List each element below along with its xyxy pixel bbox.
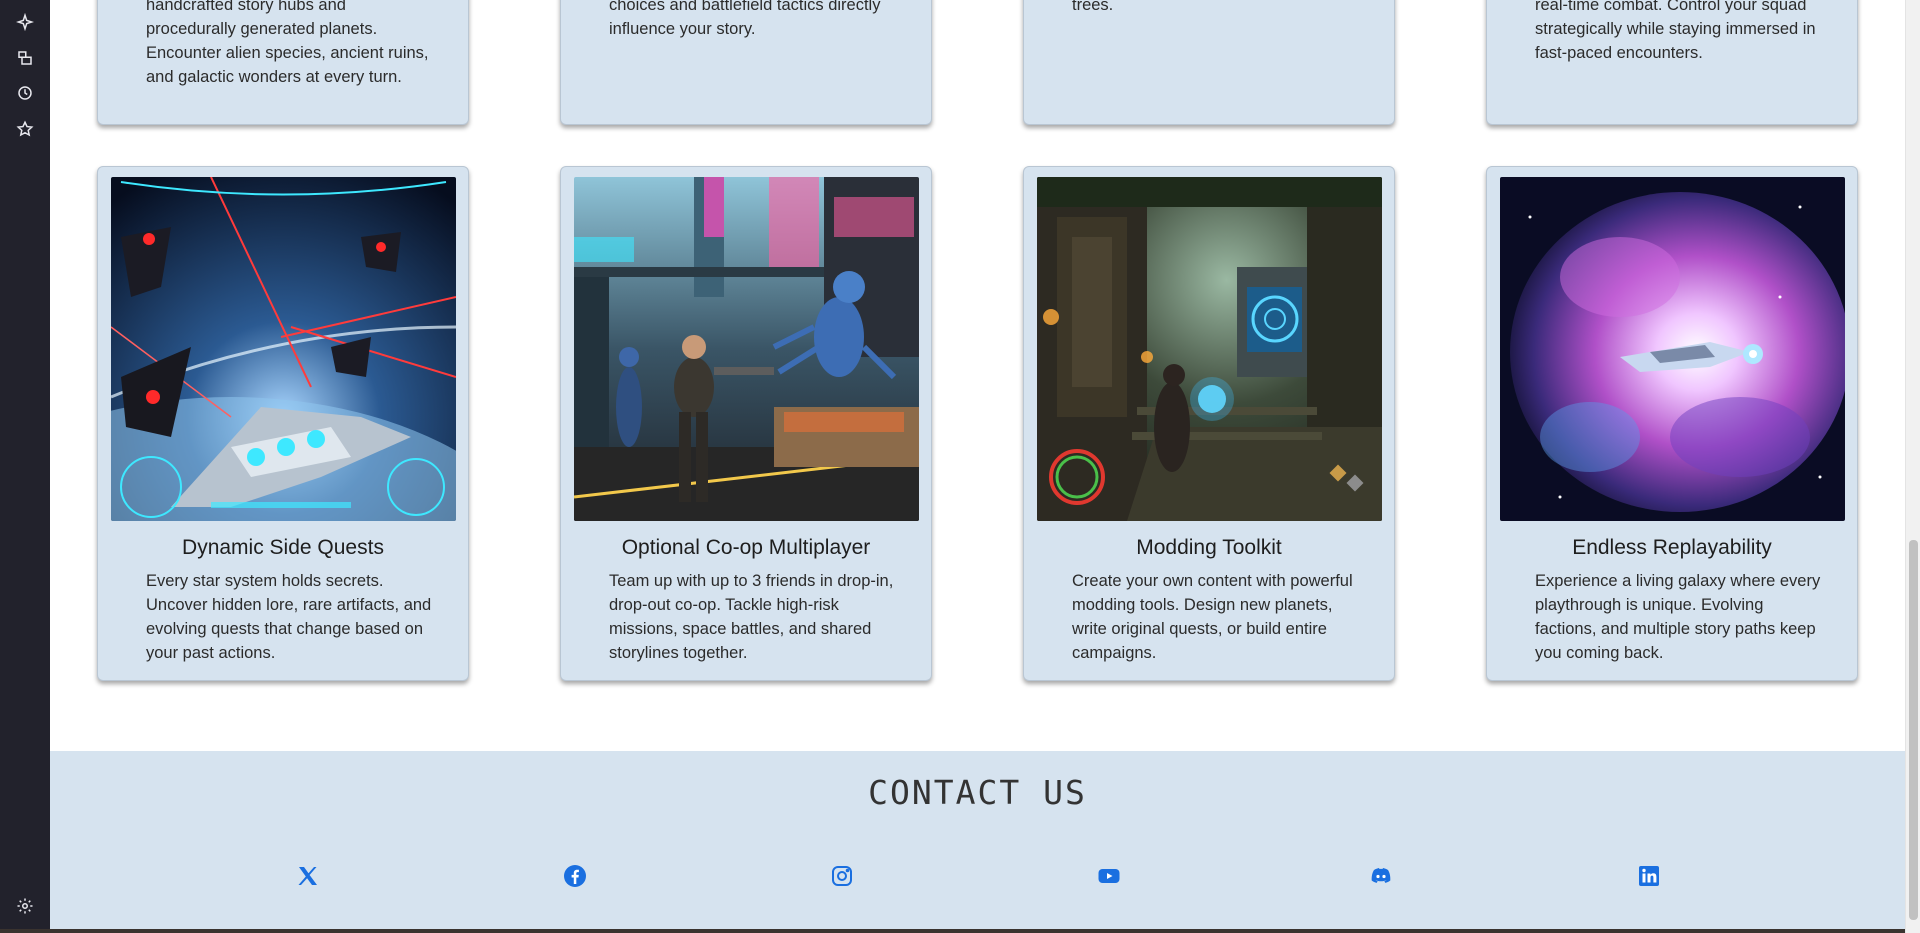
feature-description: Every star system holds secrets. Uncover… (146, 572, 432, 662)
feature-description: Create your own content with powerful mo… (1072, 572, 1353, 662)
space-battle-image (111, 177, 456, 521)
instagram-icon[interactable] (829, 863, 855, 889)
discord-icon[interactable] (1368, 863, 1394, 889)
alien-market-image (574, 177, 919, 521)
feature-title: Modding Toolkit (1136, 536, 1282, 559)
page-scrollbar[interactable] (1905, 0, 1920, 933)
feature-description: Experience a living galaxy where every p… (1535, 572, 1821, 662)
facebook-icon[interactable] (562, 863, 588, 889)
x-icon[interactable] (295, 863, 321, 889)
feature-card: real-time combat. Control your squad str… (1486, 0, 1858, 125)
nebula-ship-image (1500, 177, 1845, 521)
sparkle-icon[interactable] (13, 10, 37, 34)
feature-description: real-time combat. Control your squad str… (1535, 0, 1816, 62)
feature-card: trees. (1023, 0, 1395, 125)
feature-card-replayability: Endless Replayability Experience a livin… (1486, 166, 1858, 681)
feature-title: Optional Co-op Multiplayer (621, 536, 871, 559)
feature-title: Dynamic Side Quests (182, 536, 384, 559)
feature-card: choices and battlefield tactics directly… (560, 0, 932, 125)
feature-description: Team up with up to 3 friends in drop-in,… (609, 572, 894, 662)
feature-description: trees. (1072, 0, 1114, 14)
youtube-icon[interactable] (1096, 863, 1122, 889)
taskbar-edge (0, 929, 1905, 933)
contact-title: CONTACT US (868, 773, 1087, 812)
side-rail (0, 0, 50, 933)
layers-icon[interactable] (13, 46, 37, 70)
feature-description: handcrafted story hubs and procedurally … (146, 0, 429, 86)
linkedin-icon[interactable] (1636, 863, 1662, 889)
feature-description: choices and battlefield tactics directly… (609, 0, 881, 38)
main-content: handcrafted story hubs and procedurally … (50, 0, 1905, 929)
history-icon[interactable] (13, 81, 37, 105)
feature-title: Endless Replayability (1572, 536, 1772, 559)
scrollbar-thumb[interactable] (1909, 540, 1918, 920)
ancient-ruins-image (1037, 177, 1382, 521)
feature-card-modding: Modding Toolkit Create your own content … (1023, 166, 1395, 681)
feature-card: handcrafted story hubs and procedurally … (97, 0, 469, 125)
feature-card-coop: Optional Co-op Multiplayer Team up with … (560, 166, 932, 681)
feature-card-side-quests: Dynamic Side Quests Every star system ho… (97, 166, 469, 681)
gear-icon[interactable] (13, 894, 37, 918)
star-icon[interactable] (13, 117, 37, 141)
contact-section: CONTACT US (50, 751, 1905, 929)
